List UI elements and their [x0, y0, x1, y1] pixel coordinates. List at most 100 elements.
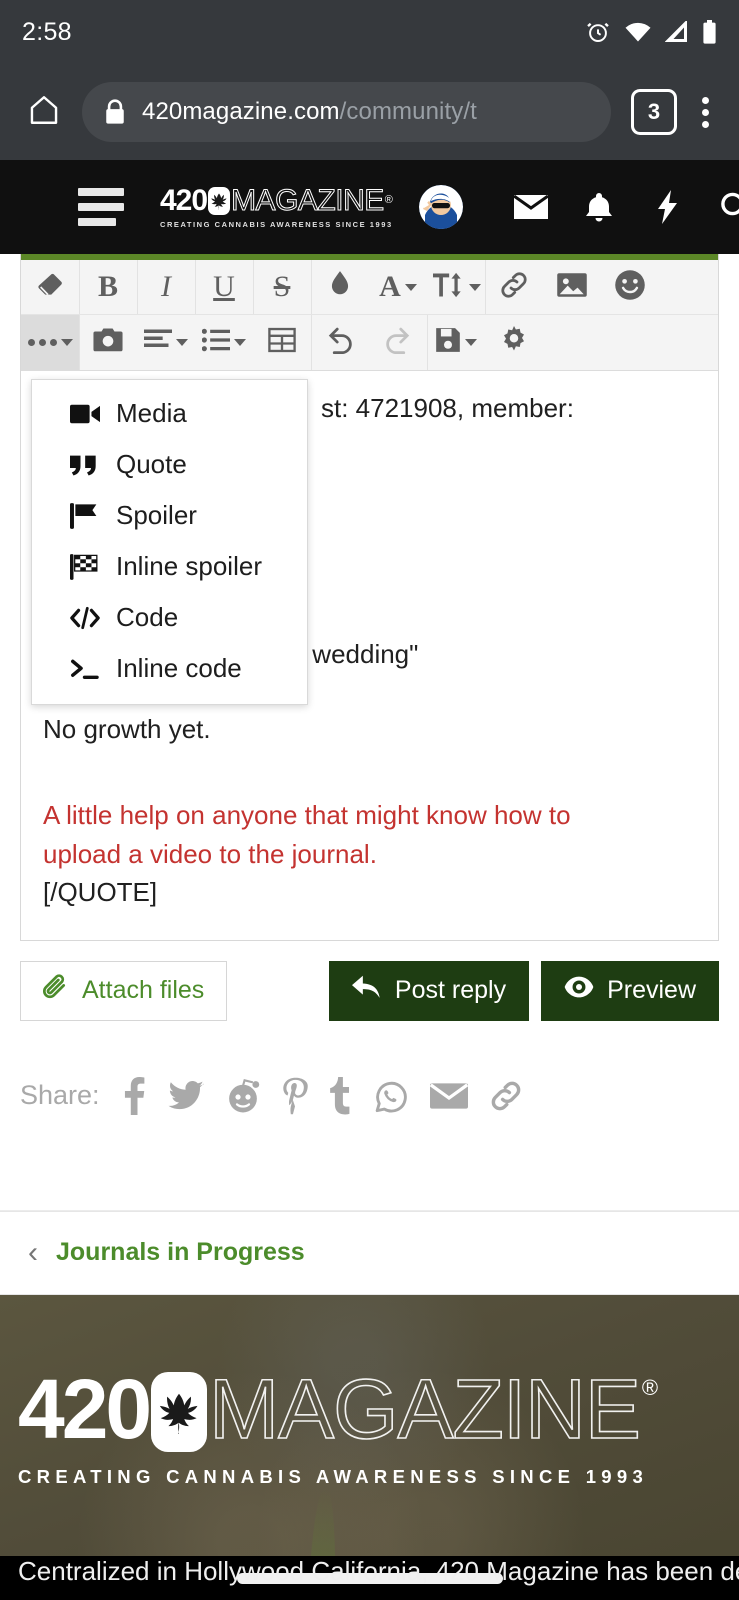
smilies-button[interactable] [601, 260, 659, 314]
reply-arrow-icon [351, 974, 382, 1007]
url-path: /community/t [339, 98, 477, 125]
footer-tagline: CREATING CANNABIS AWARENESS SINCE 1993 [18, 1465, 649, 1487]
dropdown-label: Code [116, 602, 179, 632]
redo-button[interactable] [369, 315, 427, 370]
lock-icon [104, 99, 126, 125]
post-divider-strip [0, 1166, 739, 1211]
overflow-menu-icon [701, 96, 709, 104]
dropdown-item-media[interactable]: Media [32, 388, 307, 439]
undo-button[interactable] [311, 315, 369, 370]
editor-line-help-2: upload a video to the journal. [43, 838, 377, 869]
dropdown-item-quote[interactable]: Quote [32, 439, 307, 490]
font-size-icon [431, 270, 465, 305]
hamburger-menu-icon[interactable] [78, 188, 124, 226]
font-family-button[interactable]: A [369, 260, 427, 314]
table-icon [268, 327, 296, 358]
post-reply-label: Post reply [394, 976, 507, 1005]
share-tumblr-icon[interactable] [329, 1076, 352, 1115]
tab-counter-button[interactable]: 3 [631, 89, 677, 135]
strikethrough-button[interactable]: S [253, 260, 311, 314]
address-bar[interactable]: 420magazine.com/community/t [82, 82, 611, 142]
site-logo[interactable]: 420 MAGAZINE ® CREATING CANNABIS AWARENE… [160, 183, 393, 229]
footer-cannabis-leaf-icon [151, 1371, 208, 1452]
alarm-icon [585, 19, 611, 45]
logo-magazine-text: MAGAZINE [231, 183, 385, 217]
dropdown-item-inline-spoiler[interactable]: Inline spoiler [32, 541, 307, 592]
avatar[interactable] [418, 185, 463, 229]
inbox-icon[interactable] [497, 193, 565, 221]
gear-icon [499, 325, 529, 360]
editor-line-help-1: A little help on anyone that might know … [43, 800, 571, 831]
android-status-bar: 2:58 [0, 0, 739, 64]
paperclip-icon [43, 973, 69, 1008]
font-glyph: A [379, 270, 401, 303]
eye-icon [564, 975, 594, 1006]
link-button[interactable] [485, 260, 543, 314]
droplet-icon [328, 270, 352, 305]
share-reddit-icon[interactable] [226, 1078, 260, 1113]
wifi-icon [624, 21, 652, 43]
post-reply-button[interactable]: Post reply [328, 960, 530, 1021]
text-color-button[interactable] [311, 260, 369, 314]
site-header: 420 MAGAZINE ® CREATING CANNABIS AWARENE… [0, 160, 739, 254]
home-icon [27, 93, 61, 132]
dropdown-item-inline-code[interactable]: Inline code [32, 643, 307, 694]
quote-marks-icon [70, 454, 116, 476]
editor-toolbar-row-2 [21, 315, 718, 370]
bold-glyph: B [97, 270, 118, 303]
more-options-button[interactable] [21, 315, 79, 370]
smiley-icon [614, 269, 646, 306]
editor-settings-button[interactable] [485, 315, 543, 370]
browser-menu-button[interactable] [687, 96, 723, 128]
url-text: 420magazine.com/community/t [142, 98, 477, 126]
share-pinterest-icon[interactable] [282, 1077, 308, 1115]
strikethrough-glyph: S [273, 270, 291, 303]
chevron-down-icon [176, 339, 188, 346]
breadcrumb[interactable]: ‹ Journals in Progress [0, 1210, 739, 1295]
signal-icon [665, 21, 689, 43]
logo-tagline: CREATING CANNABIS AWARENESS SINCE 1993 [160, 219, 393, 229]
dropdown-item-spoiler[interactable]: Spoiler [32, 490, 307, 541]
footer-logo-block: 420 MAGAZINE ® CREATING CANNABIS AWARENE… [0, 1295, 739, 1488]
footer-description: Centralized in Hollywood California, 420… [18, 1555, 739, 1586]
underline-glyph: U [213, 270, 235, 303]
mobile-browser-screen: 2:58 420magazine.com/community/t 3 420 M… [0, 0, 739, 1600]
share-whatsapp-icon[interactable] [374, 1079, 408, 1113]
share-link-icon[interactable] [490, 1079, 522, 1113]
link-icon [499, 270, 529, 305]
dropdown-label: Inline spoiler [116, 551, 262, 581]
share-email-icon[interactable] [429, 1081, 468, 1111]
chevron-down-icon [234, 339, 246, 346]
text-align-button[interactable] [137, 315, 195, 370]
share-twitter-icon[interactable] [168, 1080, 204, 1111]
bold-button[interactable]: B [79, 260, 137, 314]
dropdown-item-code[interactable]: Code [32, 592, 307, 643]
italic-button[interactable]: I [137, 260, 195, 314]
breadcrumb-label[interactable]: Journals in Progress [56, 1238, 305, 1267]
cannabis-leaf-icon [208, 186, 231, 215]
flag-icon [70, 502, 116, 529]
list-button[interactable] [195, 315, 253, 370]
remove-formatting-button[interactable] [21, 260, 79, 314]
preview-button[interactable]: Preview [541, 960, 719, 1021]
attach-files-label: Attach files [82, 976, 205, 1005]
chevron-down-icon [404, 283, 417, 291]
bolt-icon[interactable] [633, 190, 701, 224]
editor-line-quote-close: [/QUOTE] [43, 877, 158, 908]
camera-icon [93, 327, 123, 358]
footer-registered-mark: ® [641, 1374, 659, 1400]
bell-icon[interactable] [565, 191, 633, 223]
more-options-dropdown[interactable]: Media Quote Spoiler Inline spoiler Code … [31, 379, 308, 705]
table-button[interactable] [253, 315, 311, 370]
share-facebook-icon[interactable] [122, 1076, 146, 1115]
browser-toolbar: 420magazine.com/community/t 3 [0, 64, 739, 160]
attach-files-button[interactable]: Attach files [20, 960, 228, 1021]
underline-button[interactable]: U [195, 260, 253, 314]
camera-button[interactable] [79, 315, 137, 370]
search-icon[interactable] [701, 191, 739, 223]
font-size-button[interactable] [427, 260, 485, 314]
url-domain: 420magazine.com [142, 98, 340, 125]
home-button[interactable] [16, 93, 72, 132]
draft-button[interactable] [427, 315, 485, 370]
image-button[interactable] [543, 260, 601, 314]
